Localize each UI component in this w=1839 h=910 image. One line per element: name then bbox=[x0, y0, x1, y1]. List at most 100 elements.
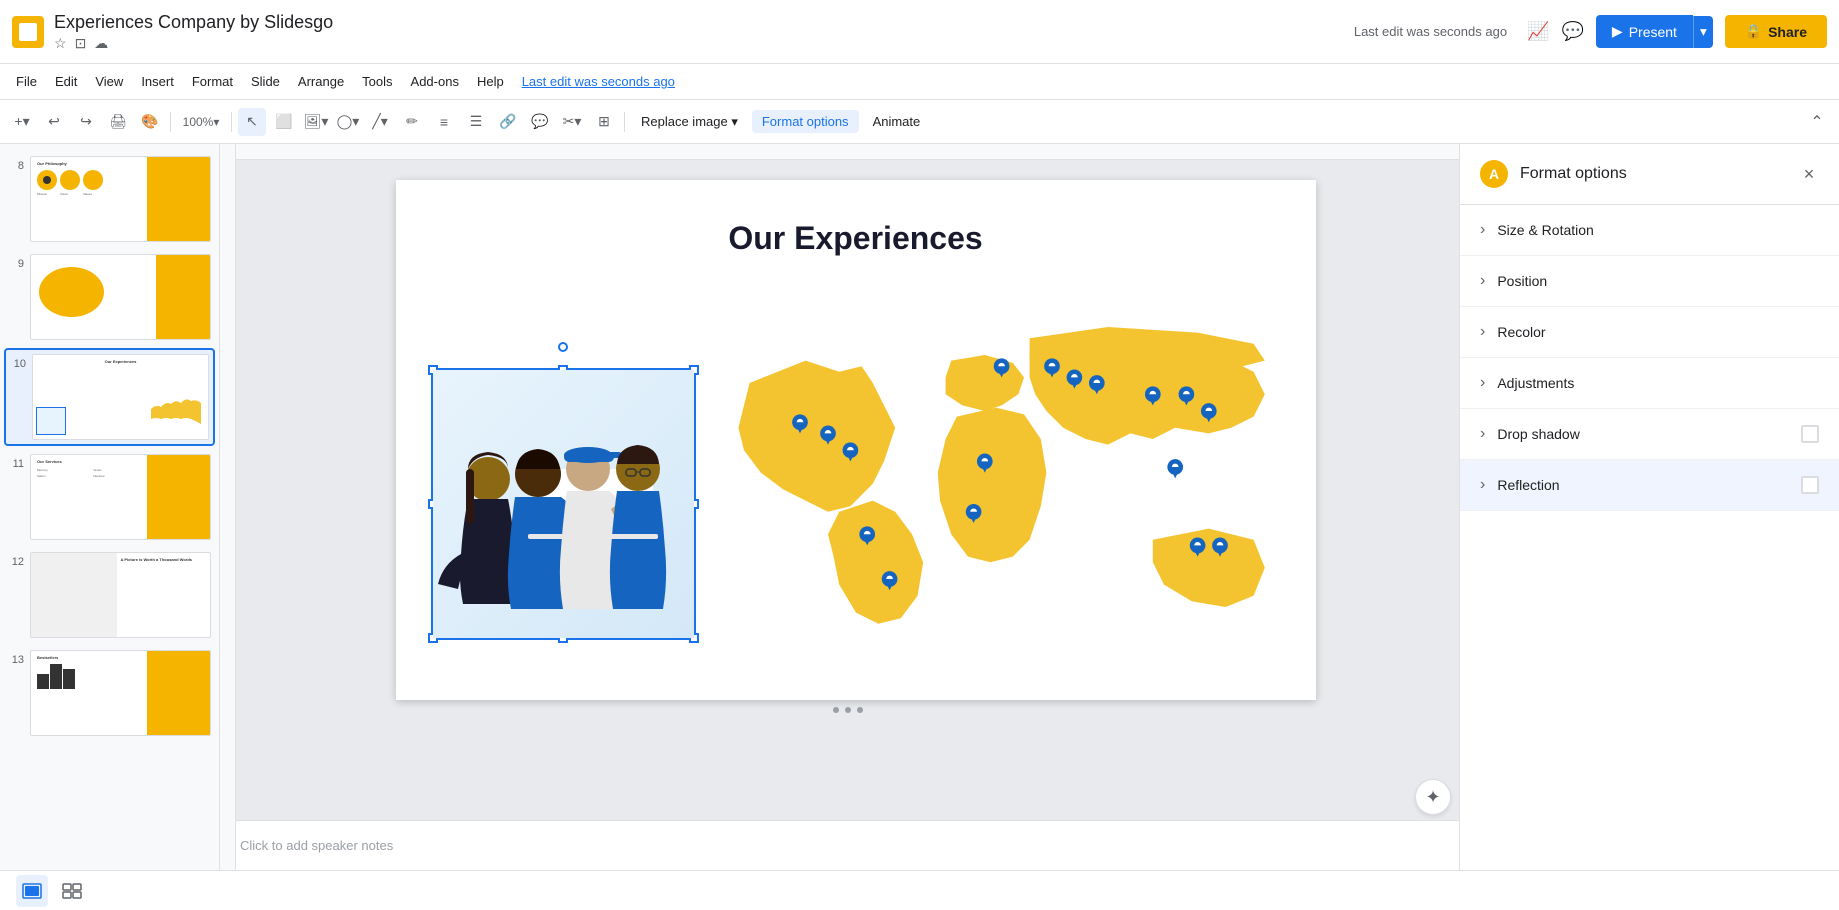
format-option-reflection[interactable]: › Reflection bbox=[1460, 460, 1839, 511]
top-right-actions: Last edit was seconds ago 📈 💬 ▶ Present … bbox=[1354, 15, 1827, 48]
add-to-slide-button[interactable]: ✦ bbox=[1415, 779, 1451, 815]
canvas-dot-2 bbox=[845, 707, 851, 713]
slide-thumb-11[interactable]: 11 Our Services MercuryVenusMars SaturnN… bbox=[4, 450, 215, 544]
folder-icon[interactable]: ⊡ bbox=[75, 35, 87, 52]
format-option-position[interactable]: › Position bbox=[1460, 256, 1839, 307]
comment-tool[interactable]: 💬 bbox=[526, 108, 554, 136]
select-tool[interactable]: ↖ bbox=[238, 108, 266, 136]
trend-icon[interactable]: 📈 bbox=[1527, 21, 1549, 42]
menu-slide[interactable]: Slide bbox=[243, 70, 288, 93]
doc-title[interactable]: Experiences Company by Slidesgo bbox=[54, 12, 1354, 33]
format-options-button[interactable]: Format options bbox=[752, 110, 859, 133]
collapse-toolbar-button[interactable]: ⌃ bbox=[1803, 108, 1831, 136]
position-label: Position bbox=[1497, 273, 1819, 289]
image-tool[interactable]: 🖼▾ bbox=[302, 108, 330, 136]
format-panel-close-button[interactable]: × bbox=[1795, 160, 1823, 188]
rotate-handle[interactable] bbox=[558, 342, 568, 352]
format-option-recolor[interactable]: › Recolor bbox=[1460, 307, 1839, 358]
align-left-tool[interactable]: ≡ bbox=[430, 108, 458, 136]
format-panel: A Format options × › Size & Rotation › P… bbox=[1459, 144, 1839, 870]
slide-thumb-8[interactable]: 8 Our Philosophy Mis bbox=[4, 152, 215, 246]
link-tool[interactable]: 🔗 bbox=[494, 108, 522, 136]
reflection-checkbox[interactable] bbox=[1801, 476, 1819, 494]
line-tool[interactable]: ╱▾ bbox=[366, 108, 394, 136]
share-button[interactable]: 🔒 Share bbox=[1725, 15, 1827, 48]
canvas-dots bbox=[833, 707, 863, 713]
slide-num-10: 10 bbox=[10, 354, 26, 370]
menu-arrange[interactable]: Arrange bbox=[290, 70, 352, 93]
add-icon[interactable]: ✦ bbox=[1415, 779, 1451, 815]
add-button[interactable]: +▾ bbox=[8, 108, 36, 136]
speaker-notes[interactable]: Click to add speaker notes bbox=[220, 820, 1459, 870]
format-option-size-rotation[interactable]: › Size & Rotation bbox=[1460, 205, 1839, 256]
slide-thumb-10[interactable]: 10 Our Experiences bbox=[4, 348, 215, 446]
drop-shadow-checkbox[interactable] bbox=[1801, 425, 1819, 443]
app-icon[interactable] bbox=[12, 16, 44, 48]
slide-preview-9 bbox=[30, 254, 211, 340]
chevron-reflection-icon: › bbox=[1480, 476, 1485, 494]
grid-view-icon bbox=[62, 883, 82, 899]
lock-icon: 🔒 bbox=[1745, 23, 1762, 40]
menu-view[interactable]: View bbox=[87, 70, 131, 93]
canvas-scroll: Our Experiences bbox=[220, 160, 1459, 820]
menu-file[interactable]: File bbox=[8, 70, 45, 93]
slide-thumb-12[interactable]: 12 A Picture is Worth a Thousand Words bbox=[4, 548, 215, 642]
menu-insert[interactable]: Insert bbox=[133, 70, 182, 93]
format-option-drop-shadow[interactable]: › Drop shadow bbox=[1460, 409, 1839, 460]
chevron-recolor-icon: › bbox=[1480, 323, 1485, 341]
slide-preview-8: Our Philosophy Mission Vision Values bbox=[30, 156, 211, 242]
present-button-group: ▶ Present ▾ bbox=[1596, 15, 1713, 48]
text-box-tool[interactable]: ⬜ bbox=[270, 108, 298, 136]
paint-format-button[interactable]: 🎨 bbox=[136, 108, 164, 136]
star-icon[interactable]: ☆ bbox=[54, 35, 67, 52]
cloud-icon[interactable]: ☁ bbox=[94, 35, 108, 52]
slide-view-icon bbox=[22, 883, 42, 899]
present-dropdown-button[interactable]: ▾ bbox=[1693, 16, 1713, 48]
slide-num-8: 8 bbox=[8, 156, 24, 172]
menu-addons[interactable]: Add-ons bbox=[403, 70, 467, 93]
menu-help[interactable]: Help bbox=[469, 70, 512, 93]
scroll-bottom bbox=[380, 700, 1316, 720]
size-rotation-label: Size & Rotation bbox=[1497, 222, 1819, 238]
bottom-toolbar bbox=[0, 870, 1839, 910]
format-option-adjustments[interactable]: › Adjustments bbox=[1460, 358, 1839, 409]
image-selection[interactable] bbox=[431, 368, 696, 640]
slide-thumb-13[interactable]: 13 Bestsellers bbox=[4, 646, 215, 740]
slide-thumb-9[interactable]: 9 bbox=[4, 250, 215, 344]
slide-preview-12: A Picture is Worth a Thousand Words bbox=[30, 552, 211, 638]
mask-tool[interactable]: ⊞ bbox=[590, 108, 618, 136]
canvas-area: Our Experiences bbox=[220, 144, 1459, 870]
animate-button[interactable]: Animate bbox=[863, 110, 931, 133]
grid-view-button[interactable] bbox=[56, 875, 88, 907]
align-center-tool[interactable]: ☰ bbox=[462, 108, 490, 136]
print-button[interactable]: 🖨 bbox=[104, 108, 132, 136]
last-edit-menu-link[interactable]: Last edit was seconds ago bbox=[522, 74, 675, 89]
redo-button[interactable]: ↪ bbox=[72, 108, 100, 136]
slide-title: Our Experiences bbox=[728, 220, 982, 257]
canvas-dot-1 bbox=[833, 707, 839, 713]
undo-button[interactable]: ↩ bbox=[40, 108, 68, 136]
pen-tool[interactable]: ✏ bbox=[398, 108, 426, 136]
menu-edit[interactable]: Edit bbox=[47, 70, 85, 93]
replace-image-button[interactable]: Replace image ▾ bbox=[631, 110, 748, 134]
canvas-content: Our Experiences bbox=[220, 160, 1459, 820]
menu-format[interactable]: Format bbox=[184, 70, 241, 93]
slide-view-button[interactable] bbox=[16, 875, 48, 907]
recolor-label: Recolor bbox=[1497, 324, 1819, 340]
chevron-position-icon: › bbox=[1480, 272, 1485, 290]
comment-icon[interactable]: 💬 bbox=[1561, 21, 1583, 42]
main-layout: 8 Our Philosophy Mis bbox=[0, 144, 1839, 870]
zoom-button[interactable]: 100%▾ bbox=[177, 108, 225, 136]
toolbar-sep-3 bbox=[624, 112, 625, 132]
slide-preview-10: Our Experiences bbox=[32, 354, 209, 440]
adjustments-label: Adjustments bbox=[1497, 375, 1819, 391]
menu-tools[interactable]: Tools bbox=[354, 70, 400, 93]
slide-canvas[interactable]: Our Experiences bbox=[396, 180, 1316, 700]
crop-tool[interactable]: ✂▾ bbox=[558, 108, 586, 136]
chevron-drop-shadow-icon: › bbox=[1480, 425, 1485, 443]
notes-placeholder[interactable]: Click to add speaker notes bbox=[240, 838, 393, 853]
shape-tool[interactable]: ◯▾ bbox=[334, 108, 362, 136]
present-button[interactable]: ▶ Present bbox=[1596, 15, 1693, 48]
share-label: Share bbox=[1768, 24, 1807, 40]
doc-title-area: Experiences Company by Slidesgo ☆ ⊡ ☁ bbox=[54, 12, 1354, 52]
